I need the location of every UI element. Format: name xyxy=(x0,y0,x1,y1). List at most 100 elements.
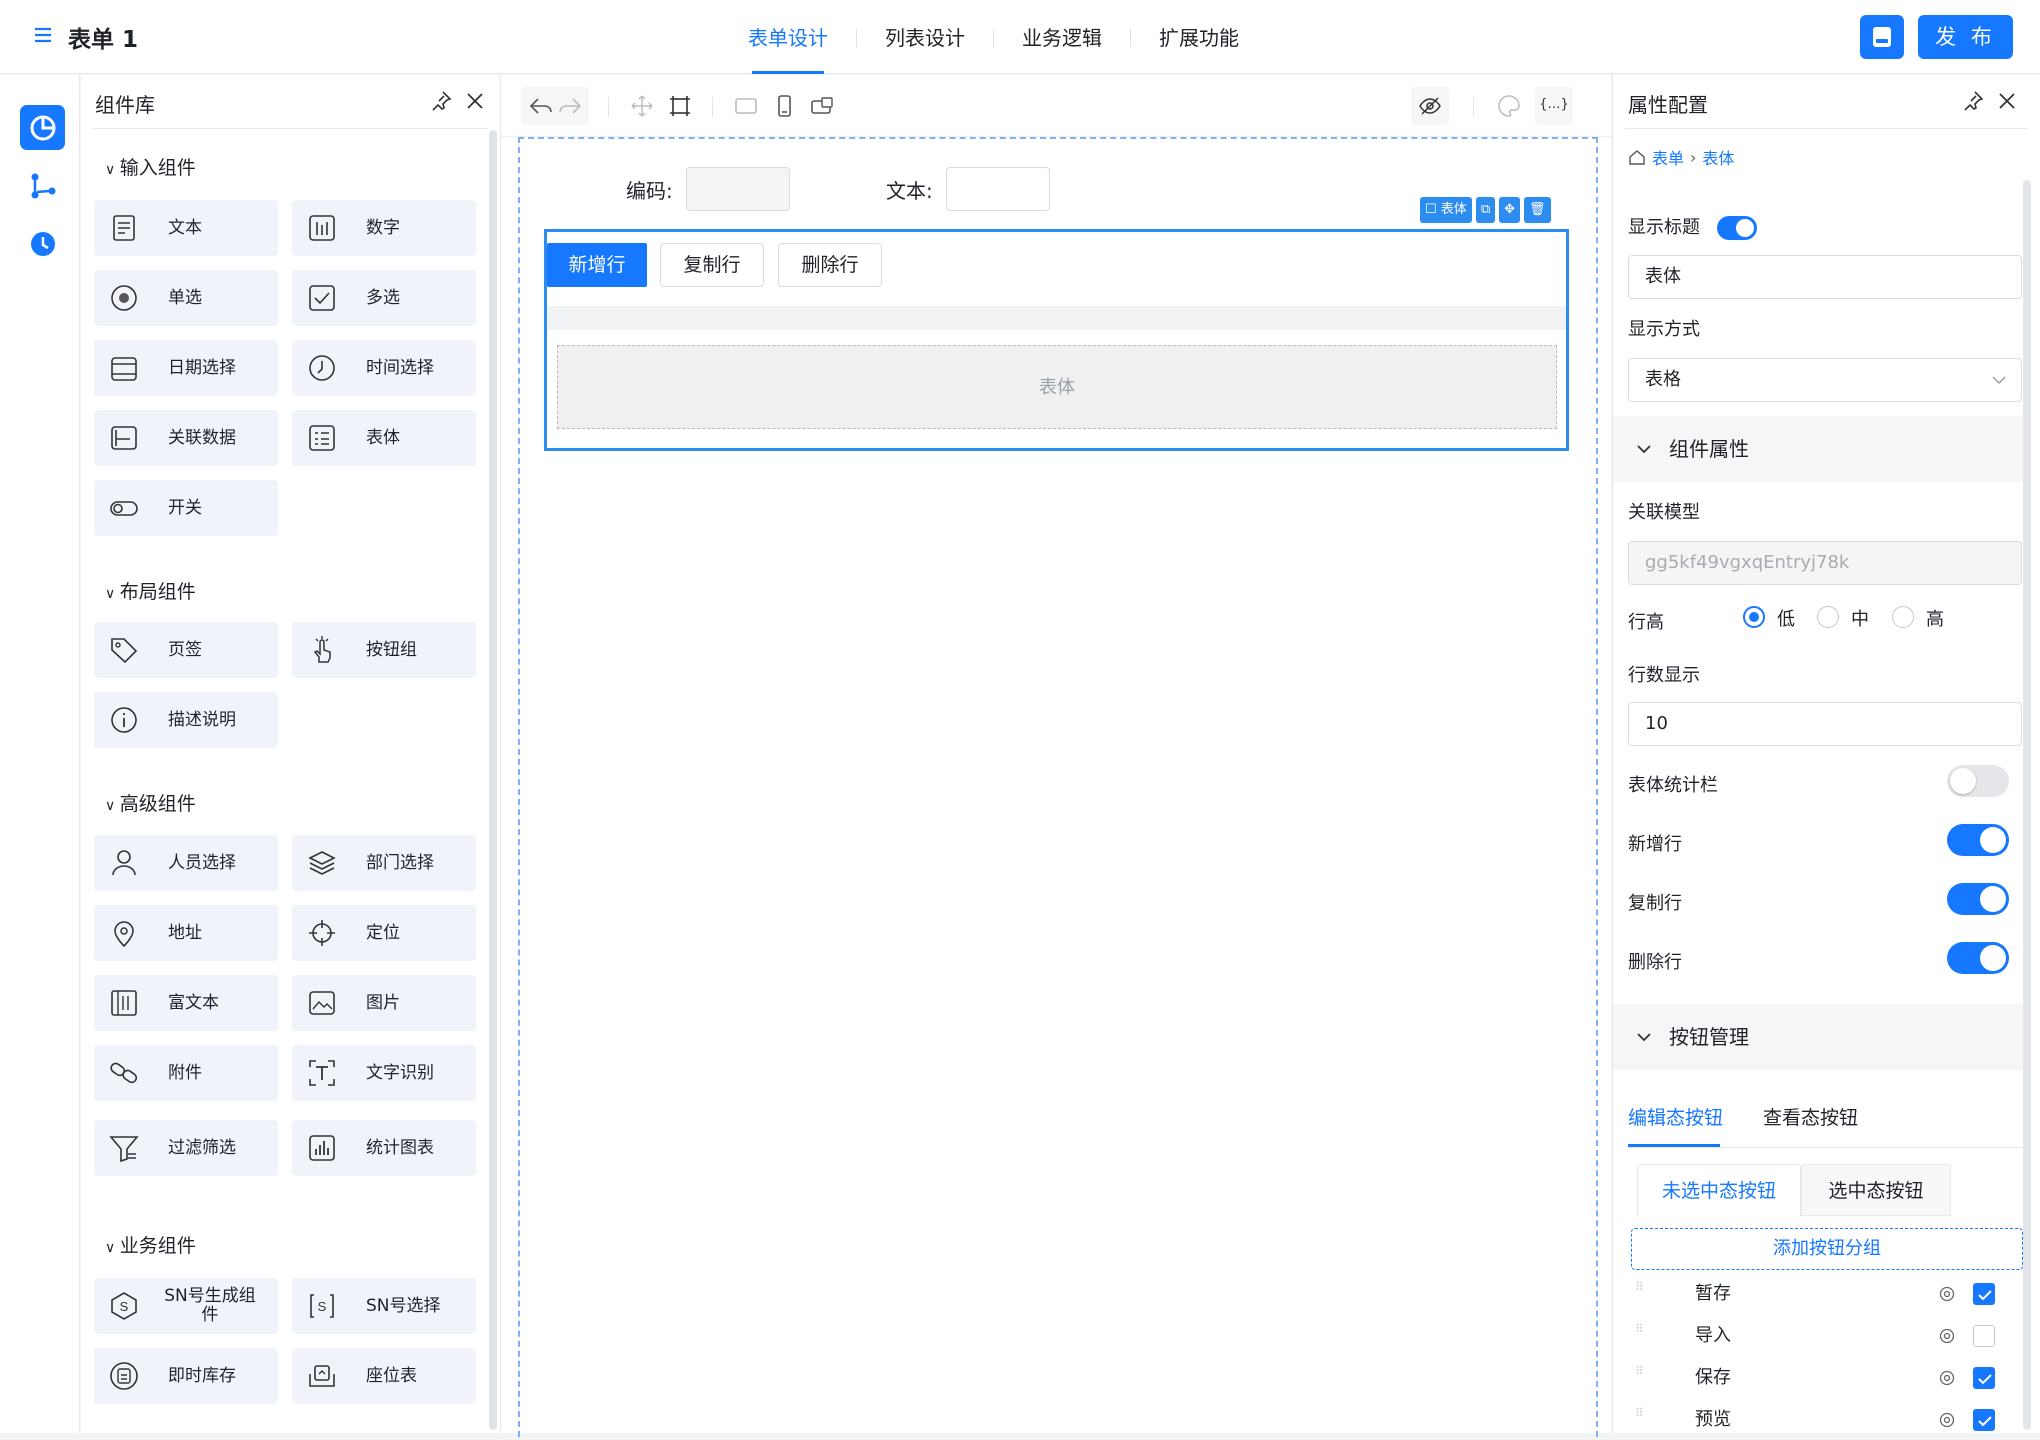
component-props-section[interactable]: 组件属性 xyxy=(1613,416,2026,482)
component-time[interactable]: 时间选择 xyxy=(292,340,476,396)
strip-history-button[interactable] xyxy=(20,221,65,266)
settings-icon[interactable] xyxy=(1938,1327,1956,1345)
settings-icon[interactable] xyxy=(1938,1285,1956,1303)
section-business-components[interactable]: ∨ 业务组件 xyxy=(105,1231,196,1258)
button-visible-checkbox[interactable] xyxy=(1973,1367,1995,1389)
pin-icon[interactable] xyxy=(429,89,453,113)
tab-unselected-buttons[interactable]: 未选中态按钮 xyxy=(1637,1164,1801,1216)
properties-scrollbar[interactable] xyxy=(2023,180,2031,1430)
component-image[interactable]: 图片 xyxy=(292,975,476,1031)
undo-icon[interactable] xyxy=(528,93,554,119)
code-braces-icon[interactable]: {…} xyxy=(1538,97,1570,112)
drag-handle-icon[interactable]: ⠿ xyxy=(1635,1407,1647,1430)
strip-form-button[interactable] xyxy=(20,105,65,150)
component-attachment[interactable]: 附件 xyxy=(94,1045,278,1101)
button-mgmt-section[interactable]: 按钮管理 xyxy=(1613,1004,2026,1070)
copy-row-toggle[interactable] xyxy=(1947,883,2009,915)
row-height-low-radio[interactable] xyxy=(1743,606,1765,628)
button-visible-checkbox[interactable] xyxy=(1973,1325,1995,1347)
field-code-input[interactable] xyxy=(686,167,790,211)
component-user-select[interactable]: 人员选择 xyxy=(94,835,278,891)
copy-component-icon[interactable]: ⧉ xyxy=(1475,197,1496,223)
show-title-toggle[interactable] xyxy=(1717,216,1757,240)
save-button[interactable] xyxy=(1860,15,1904,59)
button-visible-checkbox[interactable] xyxy=(1973,1409,1995,1431)
component-location[interactable]: 定位 xyxy=(292,905,476,961)
component-text[interactable]: 文本 xyxy=(94,200,278,256)
library-scrollbar[interactable] xyxy=(489,130,497,1430)
title-input[interactable]: 表体 xyxy=(1628,255,2022,299)
section-input-components[interactable]: ∨ 输入组件 xyxy=(105,153,196,180)
tab-extensions[interactable]: 扩展功能 xyxy=(1131,0,1267,74)
component-related-data[interactable]: 关联数据 xyxy=(94,410,278,466)
tab-edit-buttons[interactable]: 编辑态按钮 xyxy=(1628,1103,1723,1130)
add-row-button[interactable]: 新增行 xyxy=(547,243,647,287)
component-filter[interactable]: 过滤筛选 xyxy=(94,1120,278,1176)
component-sn-generator[interactable]: S SN号生成组件 xyxy=(94,1278,278,1334)
menu-icon[interactable] xyxy=(32,24,54,46)
mobile-view-icon[interactable] xyxy=(771,93,797,119)
component-rich-text[interactable]: 富文本 xyxy=(94,975,278,1031)
desktop-view-icon[interactable] xyxy=(733,93,759,119)
component-seat-chart[interactable]: 座位表 xyxy=(292,1348,476,1404)
copy-row-button[interactable]: 复制行 xyxy=(660,243,764,287)
breadcrumb-table[interactable]: 表体 xyxy=(1702,145,1734,169)
breadcrumb-form[interactable]: 表单 xyxy=(1652,145,1684,169)
strip-flow-button[interactable] xyxy=(20,163,65,208)
drag-handle-icon[interactable]: ⠿ xyxy=(1635,1281,1647,1304)
delete-row-toggle[interactable] xyxy=(1947,942,2009,974)
close-icon[interactable] xyxy=(1995,89,2019,113)
tab-view-buttons[interactable]: 查看态按钮 xyxy=(1763,1103,1858,1130)
button-row[interactable]: ⠿ 导入 xyxy=(1613,1316,2026,1356)
move-icon[interactable] xyxy=(629,93,655,119)
component-button-group[interactable]: 按钮组 xyxy=(292,622,476,678)
display-mode-select[interactable]: 表格 xyxy=(1628,358,2022,402)
field-text-input[interactable] xyxy=(946,167,1050,211)
pin-icon[interactable] xyxy=(1961,89,1985,113)
button-row[interactable]: ⠿ 保存 xyxy=(1613,1358,2026,1398)
tab-form-design[interactable]: 表单设计 xyxy=(720,0,856,74)
add-button-group-button[interactable]: 添加按钮分组 xyxy=(1631,1228,2023,1270)
component-address[interactable]: 地址 xyxy=(94,905,278,961)
component-radio[interactable]: 单选 xyxy=(94,270,278,326)
publish-button[interactable]: 发 布 xyxy=(1918,15,2013,59)
component-tabs[interactable]: 页签 xyxy=(94,622,278,678)
close-icon[interactable] xyxy=(463,89,487,113)
tab-list-design[interactable]: 列表设计 xyxy=(857,0,993,74)
section-advanced-components[interactable]: ∨ 高级组件 xyxy=(105,789,196,816)
delete-row-button[interactable]: 删除行 xyxy=(778,243,882,287)
component-table-body[interactable]: 表体 xyxy=(292,410,476,466)
home-icon[interactable] xyxy=(1628,148,1646,166)
component-inventory[interactable]: 即时库存 xyxy=(94,1348,278,1404)
tablet-view-icon[interactable] xyxy=(809,93,835,119)
select-box-icon[interactable] xyxy=(667,93,693,119)
drag-handle-icon[interactable]: ⠿ xyxy=(1635,1323,1647,1346)
drag-handle-icon[interactable]: ⠿ xyxy=(1635,1365,1647,1388)
palette-icon[interactable] xyxy=(1496,93,1522,119)
delete-component-icon[interactable]: 🗑 xyxy=(1524,197,1551,223)
component-dept-select[interactable]: 部门选择 xyxy=(292,835,476,891)
section-layout-components[interactable]: ∨ 布局组件 xyxy=(105,577,196,604)
button-row[interactable]: ⠿ 预览 xyxy=(1613,1400,2026,1440)
component-number[interactable]: 数字 xyxy=(292,200,476,256)
component-date[interactable]: 日期选择 xyxy=(94,340,278,396)
component-switch[interactable]: 开关 xyxy=(94,480,278,536)
button-row[interactable]: ⠿ 暂存 xyxy=(1613,1274,2026,1314)
component-sn-select[interactable]: S SN号选择 xyxy=(292,1278,476,1334)
component-chart[interactable]: 统计图表 xyxy=(292,1120,476,1176)
settings-icon[interactable] xyxy=(1938,1369,1956,1387)
button-visible-checkbox[interactable] xyxy=(1973,1283,1995,1305)
add-row-toggle[interactable] xyxy=(1947,824,2009,856)
settings-icon[interactable] xyxy=(1938,1411,1956,1429)
eye-off-icon[interactable] xyxy=(1417,93,1443,119)
row-height-mid-radio[interactable] xyxy=(1817,606,1839,628)
rows-display-input[interactable]: 10 xyxy=(1628,702,2022,746)
row-height-high-radio[interactable] xyxy=(1892,606,1914,628)
redo-icon[interactable] xyxy=(557,93,583,119)
tab-business-logic[interactable]: 业务逻辑 xyxy=(994,0,1130,74)
tab-selected-buttons[interactable]: 选中态按钮 xyxy=(1801,1164,1951,1216)
drag-component-icon[interactable]: ✥ xyxy=(1499,197,1521,223)
component-ocr[interactable]: 文字识别 xyxy=(292,1045,476,1101)
table-body-component[interactable]: 新增行 复制行 删除行 表体 xyxy=(544,229,1569,451)
component-description[interactable]: 描述说明 xyxy=(94,692,278,748)
